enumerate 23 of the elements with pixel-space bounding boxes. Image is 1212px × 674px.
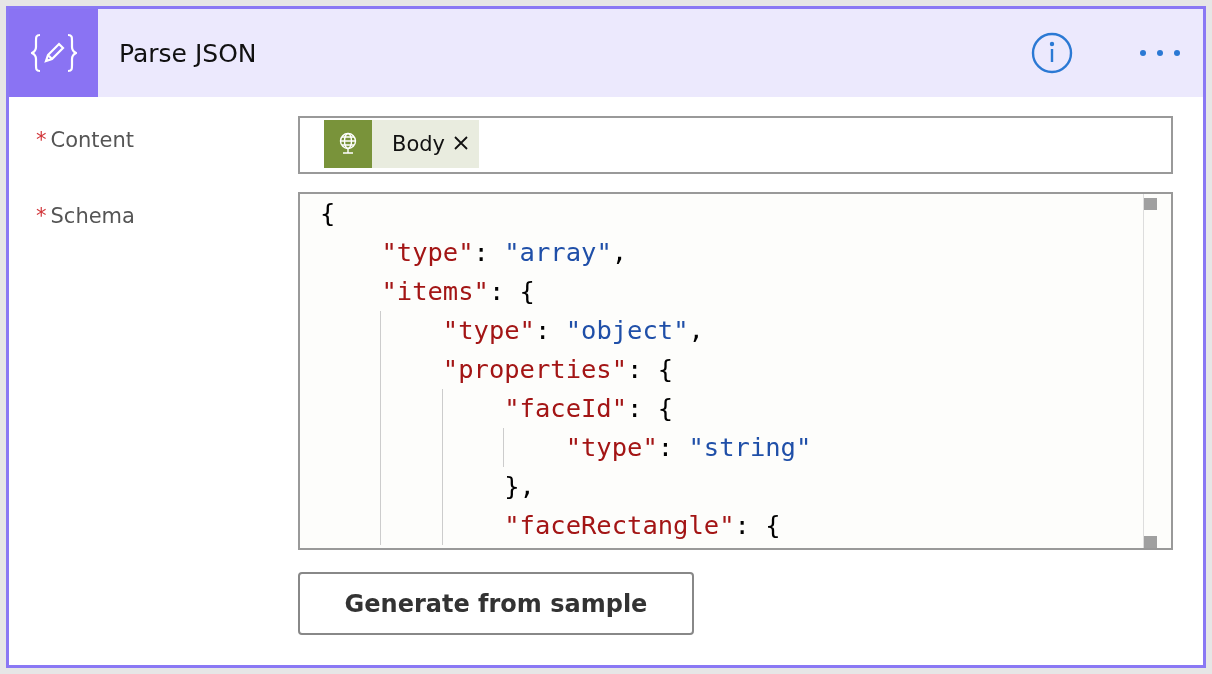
code-line: {	[320, 198, 336, 228]
code-line: },	[503, 471, 535, 501]
code-line: "faceId": {	[503, 393, 674, 423]
required-mark: *	[36, 204, 47, 228]
generate-button[interactable]: Generate from sample	[298, 572, 694, 635]
code-line: "faceRectangle": {	[503, 510, 781, 540]
globe-icon	[337, 132, 359, 156]
code-line: "type": "array",	[380, 237, 628, 267]
schema-editor[interactable]: { "type": "array", "items": { "type": "object", "properties": { "faceId": { "type": "string" }, "faceRectangle": {	[298, 192, 1173, 550]
close-icon	[453, 135, 469, 151]
field-label-text: Content	[50, 128, 135, 152]
more-icon	[1139, 49, 1181, 57]
code-line: "type": "object",	[441, 315, 704, 345]
info-icon	[1031, 32, 1073, 74]
code-line: "items": {	[380, 276, 535, 306]
braces-pencil-icon	[30, 33, 77, 73]
required-mark: *	[36, 128, 47, 152]
field-label-text: Schema	[50, 204, 135, 228]
code-line: "type": "string"	[564, 432, 812, 462]
card-title: Parse JSON	[119, 38, 258, 68]
code-line: "properties": {	[441, 354, 674, 384]
token-label: Body	[392, 132, 445, 156]
content-field[interactable]: Body	[298, 116, 1173, 174]
